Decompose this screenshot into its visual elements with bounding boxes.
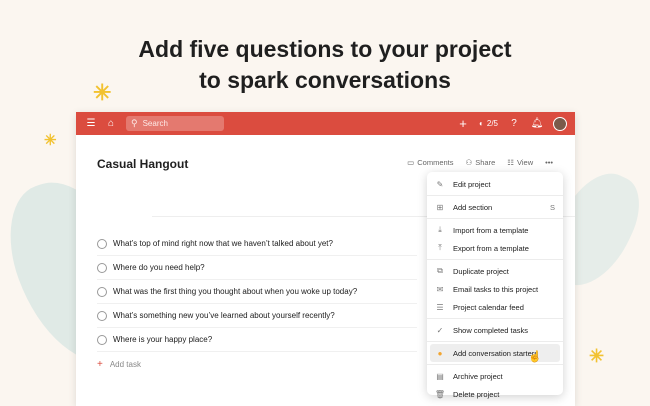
menu-divider [427,318,563,319]
task-content: Where do you need help? [113,263,205,272]
karma-value: 2/5 [486,119,498,128]
top-bar: ☰ ⌂ ⚲ Search + ◐ 2/5 ? 🔔︎ [76,112,575,135]
view-label: View [516,158,534,167]
menu-item-conversation-starters[interactable]: ● Add conversation starters ☝ [430,344,560,363]
avatar[interactable] [553,116,567,131]
task-checkbox[interactable] [97,334,107,345]
sparkle-icon: ✳ [589,346,605,366]
lightbulb-icon: ● [437,348,443,358]
task-content: What was the first thing you thought abo… [113,287,358,296]
trash-icon: 🗑︎ [434,389,446,399]
menu-item-label: Import from a template [453,225,529,235]
menu-item-delete[interactable]: 🗑︎ Delete project [427,385,563,403]
menu-item-label: Export from a template [453,243,529,253]
headline-line1: Add five questions to your project [138,36,512,62]
menu-item-label: Show completed tasks [453,325,529,335]
menu-item-label: Edit project [453,179,491,189]
karma-icon: ◐ [479,119,484,128]
menu-item-calendar-feed[interactable]: ☰ Project calendar feed [427,298,563,316]
home-icon[interactable]: ⌂ [104,117,118,131]
menu-item-label: Delete project [453,389,500,399]
menu-divider [427,364,563,365]
menu-icon[interactable]: ☰ [84,117,98,131]
sparkle-icon: ✳ [44,132,57,149]
plus-icon: + [97,358,103,370]
help-icon[interactable]: ? [507,117,521,131]
menu-item-archive[interactable]: ▤ Archive project [427,367,563,385]
list-icon: ☰ [436,302,444,312]
project-options-menu: ✎ Edit project ⊞ Add section S ⤓ Import from… [427,172,563,399]
share-icon: ⚇ [465,158,473,167]
project-actions: ▭ Comments ⚇ Share ☷ View ••• [407,158,553,167]
menu-item-show-completed[interactable]: ✓ Show completed tasks [427,321,563,339]
menu-item-label: Duplicate project [453,266,509,276]
menu-item-label: Project calendar feed [453,302,524,312]
comments-label: Comments [417,158,454,167]
task-row[interactable]: Where is your happy place? [97,328,417,352]
add-task-button[interactable]: + Add task [97,352,417,376]
menu-divider [427,259,563,260]
search-icon: ⚲ [131,118,138,128]
section-icon: ⊞ [436,202,444,212]
pencil-icon: ✎ [436,179,444,189]
menu-item-add-section[interactable]: ⊞ Add section S [427,198,563,216]
task-row[interactable]: What’s something new you’ve learned abou… [97,304,417,328]
menu-item-import[interactable]: ⤓ Import from a template [427,221,563,239]
share-button[interactable]: ⚇ Share [466,158,496,167]
search-placeholder: Search [142,119,168,128]
menu-divider [427,218,563,219]
menu-item-email-tasks[interactable]: ✉ Email tasks to this project [427,280,563,298]
menu-item-label: Archive project [453,371,503,381]
comments-button[interactable]: ▭ Comments [407,158,453,167]
karma-button[interactable]: ◐ 2/5 [479,119,498,128]
sparkle-icon: ✳ [93,80,112,105]
menu-item-label: Add section [453,202,493,212]
hand-cursor-icon: ☝ [528,351,542,363]
export-icon: ⤒ [438,243,442,252]
menu-item-label: Email tasks to this project [453,284,539,294]
menu-item-label: Add conversation starters [453,348,539,358]
share-label: Share [475,158,496,167]
menu-item-edit-project[interactable]: ✎ Edit project [427,175,563,193]
duplicate-icon: ⧉ [437,266,443,275]
project-title: Casual Hangout [97,157,189,171]
menu-item-export[interactable]: ⤒ Export from a template [427,239,563,257]
task-row[interactable]: What was the first thing you thought abo… [97,280,417,304]
task-checkbox[interactable] [97,262,107,273]
bell-icon[interactable]: 🔔︎ [530,117,544,131]
task-checkbox[interactable] [97,286,107,297]
add-task-label: Add task [109,359,141,369]
task-row[interactable]: What’s top of mind right now that we hav… [97,232,417,256]
check-circle-icon: ✓ [436,325,444,335]
task-content: What’s something new you’ve learned abou… [113,311,335,320]
menu-divider [427,341,563,342]
menu-item-duplicate[interactable]: ⧉ Duplicate project [427,262,563,280]
task-row[interactable]: Where do you need help? [97,256,417,280]
task-content: Where is your happy place? [113,335,213,344]
view-button[interactable]: ☷ View [507,158,533,167]
shortcut-label: S [549,202,555,212]
add-icon[interactable]: + [456,116,470,131]
view-icon: ☷ [507,158,514,167]
task-list: What’s top of mind right now that we hav… [97,232,417,376]
task-checkbox[interactable] [97,238,107,249]
task-content: What’s top of mind right now that we hav… [113,239,333,248]
comment-icon: ▭ [407,158,415,167]
archive-icon: ▤ [436,371,444,381]
menu-divider [427,195,563,196]
more-icon[interactable]: ••• [545,158,553,167]
search-input[interactable]: ⚲ Search [126,116,224,131]
import-icon: ⤓ [438,225,442,234]
mail-icon: ✉ [436,284,444,294]
task-checkbox[interactable] [97,310,107,321]
